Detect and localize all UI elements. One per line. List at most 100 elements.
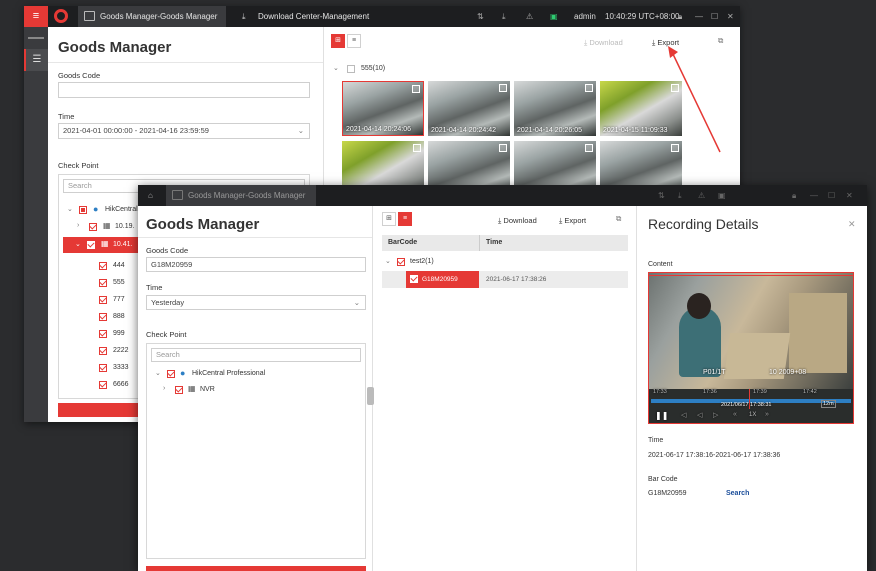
user-name[interactable]: admin [574, 6, 596, 27]
tab-goods-manager[interactable]: Goods Manager-Goods Manager [78, 6, 226, 27]
tab-download-center[interactable]: ⤓ Download Center-Management [236, 6, 386, 27]
slow-icon[interactable]: « [733, 411, 737, 418]
tree-node1-label[interactable]: 10.19. [115, 223, 134, 230]
timeline[interactable]: 17:33 17:36 17:39 17:42 2021/06/17 17:38… [649, 389, 853, 423]
tree-child-label[interactable]: NVR [200, 386, 215, 393]
close-details-icon[interactable]: ✕ [848, 219, 856, 230]
chevron-down-icon[interactable]: ⌄ [155, 369, 161, 377]
thumb-checkbox[interactable] [585, 144, 593, 152]
popout-icon[interactable]: ⧉ [616, 214, 621, 224]
node1-checkbox[interactable] [89, 223, 97, 231]
chevron-right-icon[interactable]: › [77, 222, 79, 229]
alarm-icon[interactable]: ⚠ [526, 6, 533, 27]
table-row[interactable]: G18M20959 2021-06-17 17:38:26 [382, 271, 628, 288]
tree-search-input[interactable]: Search [151, 348, 361, 362]
close-icon[interactable]: ✕ [727, 6, 734, 27]
step-back-icon[interactable]: ◁ [681, 411, 686, 419]
minimize-icon[interactable]: — [810, 185, 818, 206]
column-barcode[interactable]: BarCode [388, 239, 417, 246]
export-button[interactable]: ⤓ Export [559, 216, 586, 226]
close-icon[interactable]: ✕ [846, 185, 853, 206]
download-button[interactable]: ⤓ Download [584, 38, 623, 48]
thumb-checkbox[interactable] [413, 144, 421, 152]
download-button[interactable]: ⤓ Download [498, 216, 537, 226]
maximize-icon[interactable]: ☐ [711, 6, 718, 27]
row-checkbox[interactable] [410, 275, 418, 283]
root-checkbox[interactable] [79, 206, 87, 214]
leaf-checkbox[interactable] [99, 279, 107, 287]
thumbnail[interactable]: 2021-04-14 20:26:05 [514, 81, 596, 136]
grid-view-button[interactable]: ⊞ [331, 34, 345, 48]
nvr-checkbox[interactable] [175, 386, 183, 394]
goods-module-icon[interactable]: ☰ [24, 49, 48, 71]
tree-leaf[interactable]: 444 [113, 262, 125, 269]
step-forward-icon[interactable]: ▷ [713, 411, 718, 419]
chevron-down-icon[interactable]: ⌄ [67, 205, 73, 213]
chevron-down-icon[interactable]: ⌄ [333, 64, 339, 72]
list-view-button[interactable]: ≡ [347, 34, 361, 48]
leaf-checkbox[interactable] [99, 262, 107, 270]
group-checkbox[interactable] [347, 65, 355, 73]
thumb-checkbox[interactable] [412, 85, 420, 93]
tree-leaf[interactable]: 3333 [113, 364, 129, 371]
pause-icon[interactable]: ❚❚ [655, 411, 668, 420]
thumb-checkbox[interactable] [585, 84, 593, 92]
tree-leaf[interactable]: 777 [113, 296, 125, 303]
upload-icon[interactable]: ⇅ [658, 185, 665, 206]
video-player[interactable]: P01/1T 10 2009+08 17:33 17:36 17:39 17:4… [648, 272, 854, 424]
thumbnail[interactable]: 2021-04-14 20:24:42 [428, 81, 510, 136]
leaf-checkbox[interactable] [99, 330, 107, 338]
timeline-tick: 17:39 [753, 389, 767, 395]
grid-view-button[interactable]: ⊞ [382, 212, 396, 226]
zoom-level[interactable]: 12m [821, 400, 836, 408]
status-icon[interactable]: ▣ [718, 185, 726, 206]
alarm-icon[interactable]: ⚠ [698, 185, 705, 206]
root-checkbox[interactable] [167, 370, 175, 378]
thumbnail[interactable]: 2021-04-14 20:24:06 [342, 81, 424, 136]
barcode-cell[interactable]: G18M20959 [406, 271, 479, 288]
thumb-checkbox[interactable] [499, 84, 507, 92]
lock-icon[interactable]: 🔒︎ [792, 185, 796, 206]
tree-root-label[interactable]: HikCentral Professional [192, 370, 265, 377]
tree-leaf[interactable]: 999 [113, 330, 125, 337]
window-icon [84, 11, 95, 21]
menu-button[interactable]: ≡ [24, 6, 48, 27]
download-status-icon[interactable]: ⤓ [502, 6, 506, 27]
tree-leaf[interactable]: 888 [113, 313, 125, 320]
download-status-icon[interactable]: ⤓ [678, 185, 682, 206]
leaf-checkbox[interactable] [99, 381, 107, 389]
thumb-checkbox[interactable] [499, 144, 507, 152]
time-select[interactable]: 2021-04-01 00:00:00 - 2021-04-16 23:59:5… [58, 123, 310, 139]
search-button[interactable] [146, 566, 366, 571]
group-checkbox[interactable] [397, 258, 405, 266]
chevron-down-icon[interactable]: ⌄ [385, 257, 391, 265]
tree-node2-selected[interactable]: ⌄ ▦ 10.41. [63, 237, 143, 253]
tab-goods-manager[interactable]: Goods Manager-Goods Manager [166, 185, 316, 206]
tree-leaf[interactable]: 2222 [113, 347, 129, 354]
node2-checkbox[interactable] [87, 241, 95, 249]
goods-code-input[interactable] [58, 82, 310, 98]
search-link[interactable]: Search [726, 490, 749, 497]
maximize-icon[interactable]: ☐ [828, 185, 835, 206]
leaf-checkbox[interactable] [99, 347, 107, 355]
network-icon[interactable]: ⇅ [477, 6, 484, 27]
list-view-button[interactable]: ≡ [398, 212, 412, 226]
leaf-checkbox[interactable] [99, 364, 107, 372]
collapse-handle[interactable] [367, 387, 374, 405]
minimize-icon[interactable]: — [695, 6, 703, 27]
column-time[interactable]: Time [486, 239, 502, 246]
status-icon[interactable]: ▣ [550, 6, 558, 27]
chevron-right-icon[interactable]: › [163, 385, 165, 392]
tree-leaf[interactable]: 555 [113, 279, 125, 286]
leaf-checkbox[interactable] [99, 296, 107, 304]
lock-icon[interactable]: 🔒︎ [678, 6, 682, 27]
fast-icon[interactable]: » [765, 411, 769, 418]
group-label: 555(10) [361, 65, 386, 72]
leaf-checkbox[interactable] [99, 313, 107, 321]
reverse-icon[interactable]: ◁ [697, 411, 702, 419]
goods-code-input[interactable]: G18M20959 [146, 257, 366, 272]
time-select[interactable]: Yesterday ⌄ [146, 295, 366, 310]
home-icon[interactable]: ⌂ [148, 185, 153, 206]
tree-root-label[interactable]: HikCentral [105, 206, 138, 213]
tree-leaf[interactable]: 6666 [113, 381, 129, 388]
